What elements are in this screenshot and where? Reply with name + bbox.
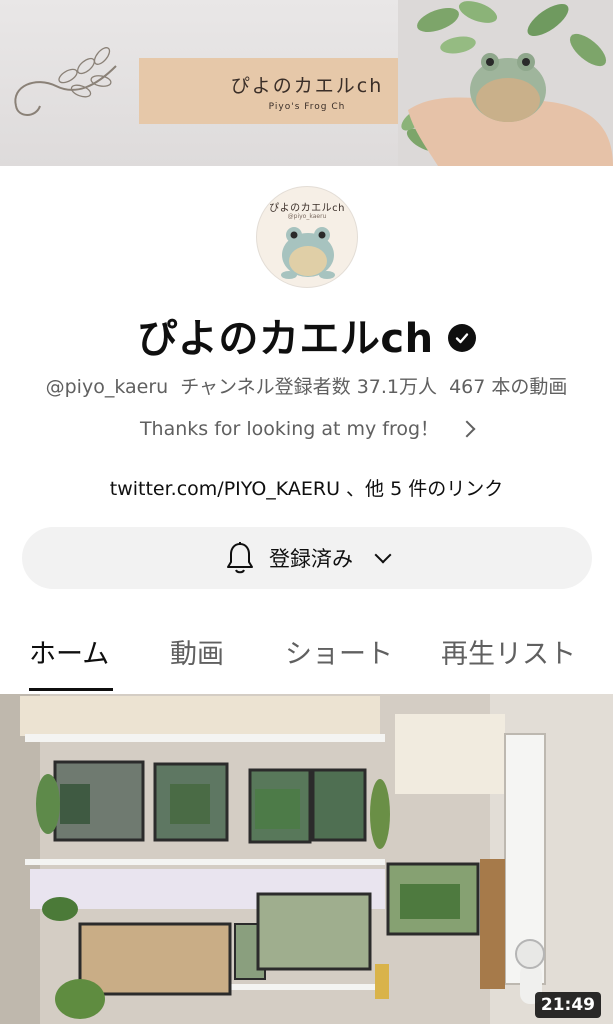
tab-playlists[interactable]: 再生リスト: [441, 632, 576, 671]
frog-illustration-icon: [281, 227, 335, 279]
channel-meta: @piyo_kaeru チャンネル登録者数 37.1万人 467 本の動画: [0, 372, 613, 399]
subscribed-button[interactable]: 登録済み: [22, 527, 592, 589]
tab-videos[interactable]: 動画: [170, 632, 224, 671]
channel-avatar[interactable]: ぴよのカエルch @piyo_kaeru: [256, 186, 358, 288]
banner-frog-photo: [398, 0, 613, 166]
description-text: Thanks for looking at my frog！: [139, 418, 440, 440]
tab-home[interactable]: ホーム: [29, 632, 109, 671]
channel-title-row: ぴよのカエルch: [0, 308, 613, 362]
chevron-down-icon: [374, 546, 392, 564]
channel-description[interactable]: Thanks for looking at my frog！: [0, 414, 613, 441]
subscribed-label: 登録済み: [269, 547, 353, 571]
bell-icon: [227, 542, 253, 574]
channel-banner: ぴよのカエルch Piyo's Frog Ch: [0, 0, 613, 166]
channel-handle: @piyo_kaeru: [45, 376, 169, 398]
subscriber-count: チャンネル登録者数 37.1万人: [180, 376, 438, 398]
chevron-right-icon: [458, 420, 476, 437]
channel-tabs: ホーム 動画 ショート 再生リスト: [0, 626, 613, 692]
featured-video-thumbnail[interactable]: 21:49: [0, 694, 613, 1024]
active-tab-indicator: [29, 688, 113, 691]
video-duration-badge: 21:49: [534, 992, 601, 1018]
avatar-handle: @piyo_kaeru: [287, 213, 327, 220]
leaf-swirl-decoration: [14, 47, 117, 116]
video-count: 467 本の動画: [449, 376, 568, 398]
channel-links[interactable]: twitter.com/PIYO_KAERU 、他 5 件のリンク: [0, 474, 613, 501]
terrarium-room-photo: [0, 694, 613, 1024]
verified-check-icon: [447, 324, 476, 352]
avatar-channel-name: ぴよのカエルch: [269, 203, 345, 214]
tab-shorts[interactable]: ショート: [285, 632, 393, 671]
channel-title: ぴよのカエルch: [137, 316, 434, 362]
